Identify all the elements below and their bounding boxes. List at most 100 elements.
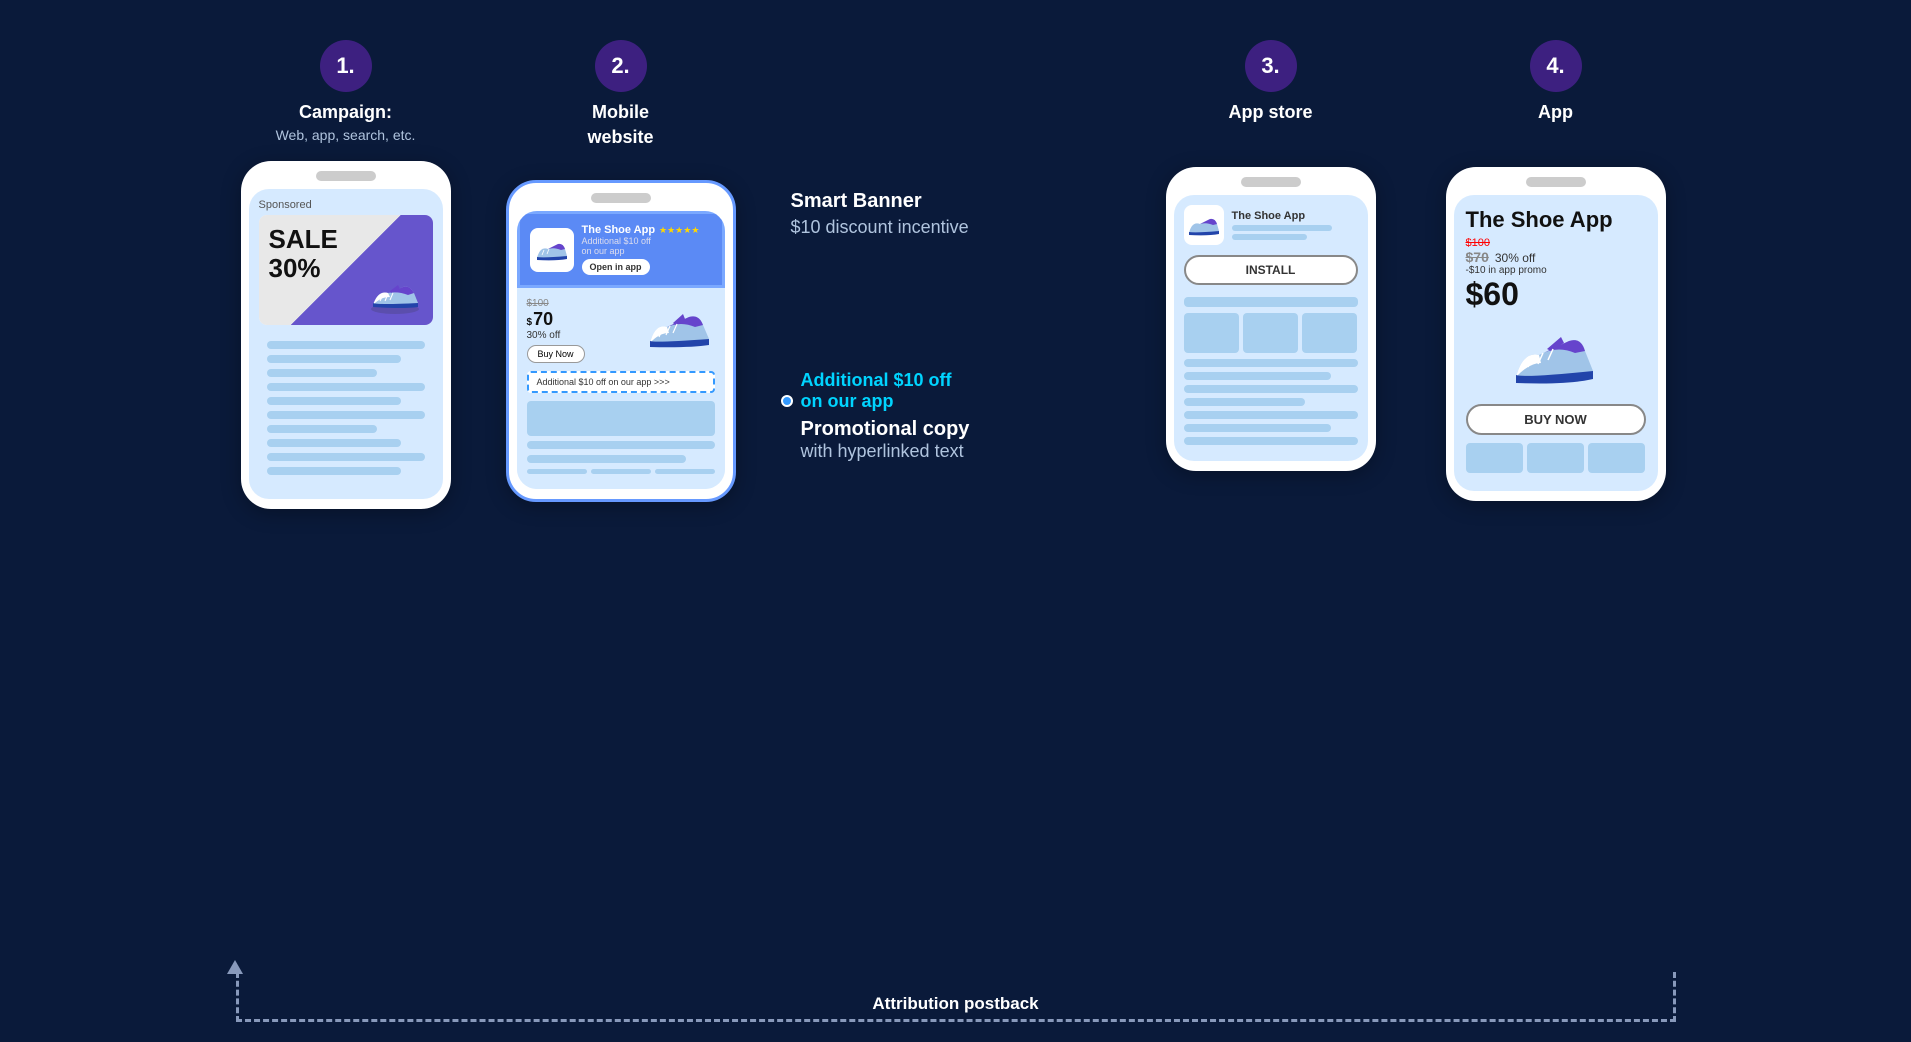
app-price-row: $70 30% off xyxy=(1466,249,1646,265)
smart-banner-sub-label: $10 discount incentive xyxy=(791,217,969,238)
promo-annotation-connector xyxy=(781,395,793,407)
app-grid-2 xyxy=(1527,443,1584,473)
app-screen-title: The Shoe App xyxy=(1466,207,1646,233)
app-final-price: $60 xyxy=(1466,276,1646,313)
step-1-subtitle: Web, app, search, etc. xyxy=(276,127,416,143)
phone2-shoe-image xyxy=(645,301,715,361)
additional-label-1: Additional $10 off xyxy=(801,370,970,391)
phone2-price-section: $100 $ 70 30% off Buy Now xyxy=(527,298,635,363)
app-store-content xyxy=(1184,297,1358,445)
app-price-sale: $70 xyxy=(1466,249,1489,265)
store-line-4 xyxy=(1184,385,1358,393)
phone-4-mockup: The Shoe App $100 $70 30% off -$10 in ap… xyxy=(1446,167,1666,501)
smart-banner: The Shoe App ★★★★★ Additional $10 off on… xyxy=(517,211,725,288)
smart-banner-icon xyxy=(530,228,574,272)
phone-1-notch xyxy=(316,171,376,181)
attr-right-vertical xyxy=(1673,972,1676,1022)
step-3-title: App store xyxy=(1228,102,1312,123)
store-line-5 xyxy=(1184,398,1306,406)
phone-3-mockup: The Shoe App INSTALL xyxy=(1166,167,1376,471)
store-line-1 xyxy=(1184,297,1358,307)
step-1-title: Campaign: xyxy=(299,102,392,123)
shoe-icon-1 xyxy=(368,275,423,320)
phone-2-mockup: The Shoe App ★★★★★ Additional $10 off on… xyxy=(506,180,736,502)
phone-3-screen: The Shoe App INSTALL xyxy=(1174,195,1368,461)
diagram-container: 1. Campaign: Web, app, search, etc. Spon… xyxy=(0,0,1911,509)
attr-arrow-head xyxy=(227,960,243,974)
promo-connector-dot xyxy=(781,395,793,407)
phone-4-screen: The Shoe App $100 $70 30% off -$10 in ap… xyxy=(1454,195,1658,491)
app-store-header: The Shoe App xyxy=(1184,205,1358,245)
content-line-4 xyxy=(267,383,425,391)
phone2-content-block xyxy=(527,401,715,436)
phone1-sale-text: SALE30% xyxy=(269,225,338,282)
attribution-section: Attribution postback xyxy=(0,942,1911,1022)
phone2-buy-now-btn[interactable]: Buy Now xyxy=(527,345,585,363)
store-grid-1 xyxy=(1184,313,1239,353)
content-line-7 xyxy=(267,425,378,433)
app-store-lines: The Shoe App xyxy=(1232,210,1358,240)
banner-stars: ★★★★★ xyxy=(659,225,699,236)
banner-app-name: The Shoe App xyxy=(582,224,656,236)
phone2-promo-text: Additional $10 off on our app >>> xyxy=(537,377,670,387)
content-line-6 xyxy=(267,411,425,419)
attribution-line-container: Attribution postback xyxy=(106,942,1806,1022)
phone2-product-content: $100 $ 70 30% off Buy Now xyxy=(517,288,725,489)
app-buy-button[interactable]: BUY NOW xyxy=(1466,404,1646,435)
phone1-ad-inner: SALE30% xyxy=(259,215,433,325)
phone2-product-row: $100 $ 70 30% off Buy Now xyxy=(527,298,715,363)
app-shoe-image xyxy=(1466,321,1646,396)
banner-desc2: on our app xyxy=(582,246,712,256)
promo-title-label: Promotional copy xyxy=(801,418,970,441)
install-button[interactable]: INSTALL xyxy=(1184,255,1358,285)
app-price-off: 30% off xyxy=(1495,251,1535,265)
additional-label-2: on our app xyxy=(801,391,970,412)
step-4-title: App xyxy=(1538,102,1573,123)
content-line-3 xyxy=(267,369,378,377)
step-2-badge: 2. xyxy=(595,40,647,92)
app-store-app-name: The Shoe App xyxy=(1232,210,1358,222)
phone2-line-2 xyxy=(527,455,687,463)
store-grid-3 xyxy=(1302,313,1357,353)
banner-desc: Additional $10 off xyxy=(582,236,712,246)
phone2-bottom-content xyxy=(527,401,715,474)
content-line-5 xyxy=(267,397,401,405)
step-1-column: 1. Campaign: Web, app, search, etc. Spon… xyxy=(231,40,461,509)
step-4-column: 4. App The Shoe App $100 $70 30% off -$1… xyxy=(1431,40,1681,501)
phone1-sponsored-label: Sponsored xyxy=(259,199,433,211)
app-price-block: $100 $70 30% off -$10 in app promo $60 xyxy=(1466,237,1646,313)
phone-2-screen: The Shoe App ★★★★★ Additional $10 off on… xyxy=(517,211,725,489)
store-line-3 xyxy=(1184,372,1332,380)
attribution-label: Attribution postback xyxy=(872,994,1038,1014)
phone2-sale-price: 70 xyxy=(533,309,553,330)
phone-1-mockup: Sponsored SALE30% xyxy=(241,161,451,509)
store-grid-2 xyxy=(1243,313,1298,353)
phone2-promo-bar: Additional $10 off on our app >>> xyxy=(527,371,715,393)
content-line-9 xyxy=(267,453,425,461)
step-4-badge: 4. xyxy=(1530,40,1582,92)
attr-horizontal-line xyxy=(236,1019,1676,1022)
store-line-6 xyxy=(1184,411,1358,419)
content-line-8 xyxy=(267,439,401,447)
store-grid-blocks xyxy=(1184,313,1358,353)
app-grid-3 xyxy=(1588,443,1645,473)
attr-left-vertical xyxy=(236,972,239,1022)
smart-banner-text: The Shoe App ★★★★★ Additional $10 off on… xyxy=(582,224,712,275)
store-line-8 xyxy=(1184,437,1358,445)
store-line-7 xyxy=(1184,424,1332,432)
phone2-original-price: $100 xyxy=(527,298,635,309)
step-3-badge: 3. xyxy=(1245,40,1297,92)
app-grid-1 xyxy=(1466,443,1523,473)
store-line-2 xyxy=(1184,359,1358,367)
smart-banner-annotation: Smart Banner $10 discount incentive xyxy=(791,190,969,238)
banner-open-btn[interactable]: Open in app xyxy=(582,259,650,275)
phone2-price-off: 30% off xyxy=(527,330,635,341)
app-store-app-icon xyxy=(1184,205,1224,245)
step-1-badge: 1. xyxy=(320,40,372,92)
app-price-original: $100 xyxy=(1466,237,1646,249)
phone1-content-lines xyxy=(259,333,433,489)
content-line-1 xyxy=(267,341,425,349)
step-2-column: 2. Mobile website xyxy=(491,40,751,502)
step-2-title: Mobile xyxy=(592,102,649,123)
content-line-10 xyxy=(267,467,401,475)
